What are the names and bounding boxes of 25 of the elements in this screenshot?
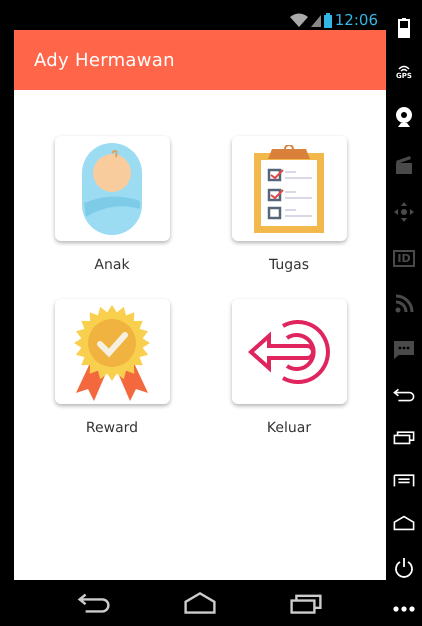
- back-icon[interactable]: [392, 386, 416, 403]
- wifi-icon: [290, 13, 308, 27]
- battery-icon[interactable]: [398, 18, 410, 38]
- clipboard-checklist-icon: [254, 144, 324, 232]
- recent-apps-icon[interactable]: [392, 429, 416, 446]
- menu-icon[interactable]: [392, 472, 416, 488]
- clock-time: 12:06: [334, 11, 378, 29]
- menu-label: Tugas: [268, 257, 310, 273]
- menu-label: Reward: [86, 420, 138, 436]
- battery-icon: [324, 12, 332, 28]
- menu-label: Keluar: [266, 420, 312, 436]
- menu-tile[interactable]: [54, 299, 170, 404]
- signal-icon: [310, 13, 321, 27]
- app-title: Ady Hermawan: [34, 50, 175, 70]
- webcam-icon[interactable]: [394, 106, 414, 128]
- baby-icon: [82, 142, 142, 234]
- signal-waves-icon: [398, 64, 410, 73]
- home-icon[interactable]: [392, 514, 416, 531]
- award-badge-icon: [72, 302, 152, 400]
- menu-tile[interactable]: [232, 136, 346, 241]
- menu-tile[interactable]: [232, 299, 346, 404]
- power-icon[interactable]: [394, 557, 414, 580]
- more-icon[interactable]: [393, 606, 415, 612]
- menu-label: Anak: [94, 257, 130, 273]
- menu-tile[interactable]: [54, 136, 170, 241]
